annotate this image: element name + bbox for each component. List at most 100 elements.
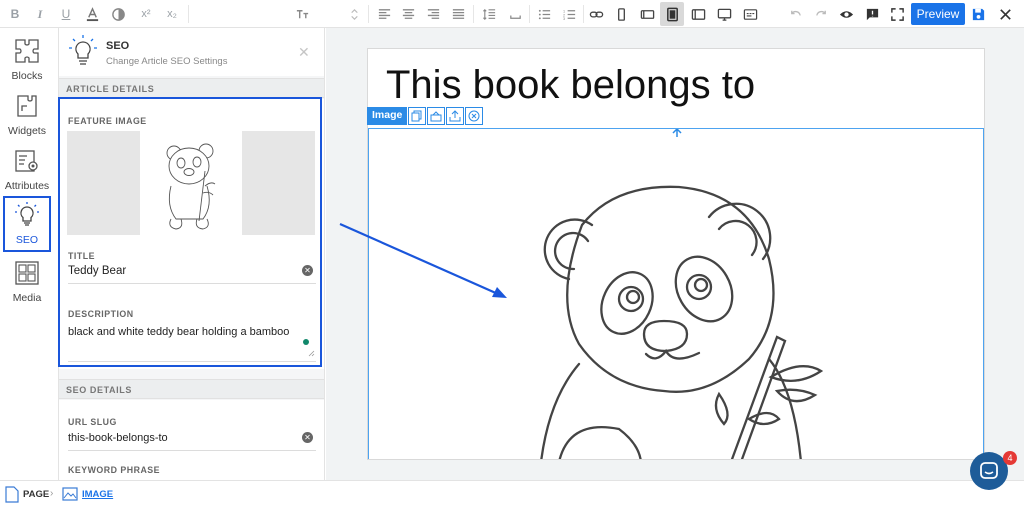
panda-image xyxy=(540,127,824,459)
superscript-icon[interactable]: x² xyxy=(134,2,158,26)
toolbar-divider xyxy=(529,5,530,23)
feature-image-thumb xyxy=(140,131,242,235)
italic-label: I xyxy=(37,6,43,21)
tablet-landscape-icon[interactable] xyxy=(635,2,659,26)
panda-thumbnail-icon xyxy=(166,143,216,230)
rail-item-media[interactable]: Media xyxy=(3,256,51,310)
puzzle-icon xyxy=(15,39,39,63)
italic-icon[interactable]: I xyxy=(28,2,52,26)
image-icon xyxy=(62,487,78,501)
article-details-card: FEATURE IMAGE TITLE Teddy Bear ✕ DESCRIP… xyxy=(59,99,324,369)
feature-image-label: FEATURE IMAGE xyxy=(68,116,147,126)
save-icon[interactable] xyxy=(966,2,990,26)
tablet-wide-icon[interactable] xyxy=(686,2,710,26)
url-slug-label: URL SLUG xyxy=(68,417,117,427)
toolbar-divider xyxy=(188,5,189,23)
rail-item-label: Widgets xyxy=(8,125,46,137)
rail-item-seo[interactable]: SEO xyxy=(3,196,51,252)
description-underline xyxy=(68,361,316,362)
rail-item-label: Blocks xyxy=(11,70,43,82)
image-toolbar: Image xyxy=(367,107,484,125)
editor-canvas: This book belongs to Image xyxy=(326,28,1024,480)
seo-details-header: SEO DETAILS xyxy=(59,379,324,399)
rail-item-label: Attributes xyxy=(4,180,50,192)
mobile-icon[interactable] xyxy=(609,2,633,26)
underline-icon[interactable]: U xyxy=(54,2,78,26)
bold-icon[interactable]: B xyxy=(3,2,27,26)
link-icon[interactable] xyxy=(584,2,608,26)
stepper-icon[interactable] xyxy=(342,2,366,26)
fullscreen-icon[interactable] xyxy=(885,2,909,26)
comment-icon[interactable] xyxy=(860,2,884,26)
toolbar-divider xyxy=(473,5,474,23)
page-heading[interactable]: This book belongs to xyxy=(386,63,755,108)
underline-label: U xyxy=(61,7,71,21)
toolbar-divider xyxy=(368,5,369,23)
description-label: DESCRIPTION xyxy=(68,309,134,319)
rail-item-label: SEO xyxy=(15,234,39,246)
eye-icon[interactable] xyxy=(834,2,858,26)
close-icon[interactable] xyxy=(993,2,1017,26)
copy-icon[interactable] xyxy=(408,107,427,125)
chat-badge: 4 xyxy=(1003,451,1017,465)
seo-details-card: URL SLUG this-book-belongs-to ✕ KEYWORD … xyxy=(59,400,324,480)
list-icon[interactable] xyxy=(532,2,556,26)
attributes-gear-icon xyxy=(15,150,38,172)
rail-item-widgets[interactable]: Widgets xyxy=(3,89,51,143)
align-center-icon[interactable] xyxy=(396,2,420,26)
subscript-icon[interactable]: x₂ xyxy=(160,2,184,26)
superscript-label: x² xyxy=(141,8,151,20)
feature-image[interactable] xyxy=(67,131,315,235)
preview-button[interactable]: Preview xyxy=(911,3,965,25)
subscript-label: x₂ xyxy=(167,8,177,20)
text-color-icon[interactable] xyxy=(80,2,104,26)
close-icon[interactable]: ✕ xyxy=(298,44,310,61)
panel-header: SEO Change Article SEO Settings ✕ xyxy=(59,28,324,76)
rail-item-attributes[interactable]: Attributes xyxy=(3,144,51,198)
undo-icon[interactable] xyxy=(783,2,807,26)
breadcrumb-page[interactable]: PAGE xyxy=(23,489,49,500)
title-label: TITLE xyxy=(68,251,95,261)
title-field[interactable]: Teddy Bear xyxy=(68,265,126,277)
rail-item-blocks[interactable]: Blocks xyxy=(3,34,51,88)
url-slug-field[interactable]: this-book-belongs-to xyxy=(68,432,168,444)
keyword-phrase-label: KEYWORD PHRASE xyxy=(68,465,161,475)
lightbulb-icon xyxy=(15,202,39,226)
clear-title-icon[interactable]: ✕ xyxy=(302,265,313,276)
remove-icon[interactable] xyxy=(465,107,484,125)
rail-item-label: Media xyxy=(12,292,42,304)
contrast-icon[interactable] xyxy=(106,2,130,26)
page-icon xyxy=(5,486,19,503)
image-settings-icon[interactable] xyxy=(427,107,446,125)
title-underline xyxy=(68,283,316,284)
bottom-bar: PAGE › IMAGE xyxy=(0,480,1024,507)
tablet-icon[interactable] xyxy=(660,2,684,26)
media-icon xyxy=(15,261,39,285)
seo-panel: SEO Change Article SEO Settings ✕ ARTICL… xyxy=(59,28,325,480)
resize-handle-icon[interactable] xyxy=(308,350,315,357)
status-dot-icon xyxy=(303,339,309,345)
breadcrumb-separator: › xyxy=(50,488,54,499)
align-right-icon[interactable] xyxy=(421,2,445,26)
bold-label: B xyxy=(10,7,20,21)
top-toolbar: B I U x² x₂ 123 Preview xyxy=(0,0,1024,28)
redo-icon[interactable] xyxy=(809,2,833,26)
font-size-icon[interactable] xyxy=(290,2,314,26)
desktop-icon[interactable] xyxy=(712,2,736,26)
clear-slug-icon[interactable]: ✕ xyxy=(302,432,313,443)
left-rail: Blocks Widgets Attributes SEO Media xyxy=(0,28,59,480)
space-icon[interactable] xyxy=(503,2,527,26)
image-block[interactable] xyxy=(368,127,984,459)
panel-subtitle: Change Article SEO Settings xyxy=(106,56,228,67)
image-tag: Image xyxy=(367,107,408,125)
justify-icon[interactable] xyxy=(446,2,470,26)
numbered-list-icon[interactable]: 123 xyxy=(557,2,581,26)
description-field[interactable]: black and white teddy bear holding a bam… xyxy=(68,326,289,338)
align-left-icon[interactable] xyxy=(372,2,396,26)
widget-icon xyxy=(17,95,37,117)
upload-icon[interactable] xyxy=(446,107,465,125)
panel-title: SEO xyxy=(106,40,130,52)
breadcrumb-image[interactable]: IMAGE xyxy=(82,489,113,500)
embed-icon[interactable] xyxy=(738,2,762,26)
line-height-icon[interactable] xyxy=(477,2,501,26)
